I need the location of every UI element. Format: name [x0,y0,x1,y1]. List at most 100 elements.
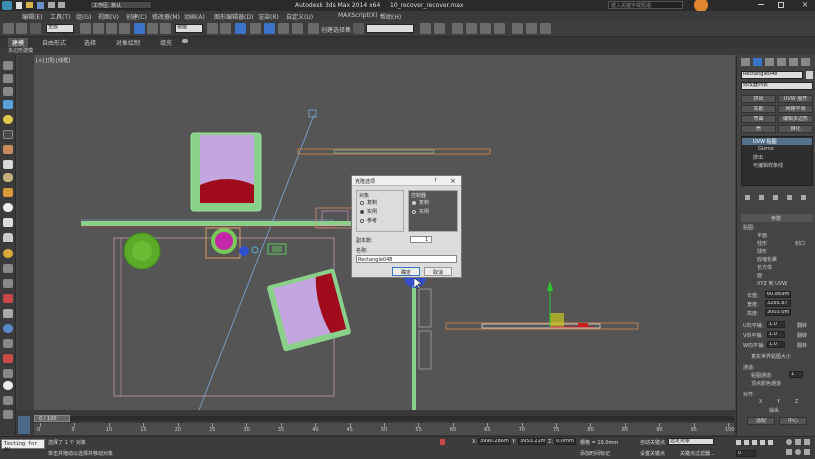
z-coord-field[interactable]: 0.0mm [554,438,576,445]
align-icon[interactable] [434,23,445,34]
menu-item-tools[interactable]: 工具(T) [50,12,70,21]
align-tool-icon[interactable] [3,264,13,273]
stack-item-extrude[interactable]: 挤出 [753,154,763,161]
cone-icon[interactable] [3,233,13,242]
align-z[interactable]: Z [795,399,798,405]
radio-controller-copy[interactable] [412,201,416,205]
ribbon-subtab-poly-modeling[interactable]: 多边形建模 [8,47,33,54]
v-flip-label[interactable]: 翻转 [797,332,807,339]
menu-item-help[interactable]: 帮助(H) [380,12,401,21]
manipulate-label[interactable]: 操纵 [769,407,779,414]
region-select-icon[interactable] [106,23,117,34]
new-file-icon[interactable] [16,2,22,9]
mapping-box[interactable]: 长方体 [757,264,772,271]
render-setup-icon[interactable] [512,23,523,34]
goto-end-icon[interactable] [768,440,773,445]
realworld-checkbox[interactable]: 真实世界贴图大小 [751,353,791,360]
channel-field[interactable]: 1 [789,371,803,378]
cancel-button[interactable]: 取消 [424,267,452,276]
menu-item-views[interactable]: 视图(V) [98,12,119,21]
material-editor-icon[interactable] [494,23,505,34]
arrow-tool-icon[interactable] [3,130,13,139]
box-icon[interactable] [3,160,13,169]
modifier-btn-meshsmooth[interactable]: 网格平滑 [778,105,813,113]
pan-icon[interactable] [786,449,792,455]
menu-item-animation[interactable]: 动画(A) [184,12,205,21]
radio-instance[interactable] [360,210,364,214]
maxscript-listener[interactable]: Testing for AU [1,439,45,453]
ribbon-tab-object-paint[interactable]: 对象绘制 [116,38,140,47]
curve-editor-icon[interactable] [353,23,364,34]
radio-reference[interactable] [360,219,364,223]
key-filters-button[interactable]: 关键点过滤器... [680,450,715,457]
maximize-button[interactable] [778,2,784,8]
show-end-result-icon[interactable] [759,195,764,200]
redo-icon[interactable] [58,2,65,8]
zoom-all-icon[interactable] [795,439,801,445]
close-window-button[interactable]: × [798,0,812,10]
select-object-icon[interactable] [80,23,91,34]
object-color-swatch[interactable] [806,71,813,79]
copies-spinner[interactable]: 1 [410,236,432,243]
render-production-icon[interactable] [540,23,551,34]
modifier-list-dropdown[interactable]: 修改器列表 [741,82,813,90]
modifier-btn-bend[interactable]: 弯曲 [741,115,776,123]
ribbon-tab-freeform[interactable]: 自由形式 [42,38,66,47]
undo-button[interactable] [3,23,14,34]
motion-tab-icon[interactable] [777,58,786,66]
y-coord-field[interactable]: 3953.21m [518,438,546,445]
percent-snap-icon[interactable] [278,23,289,34]
time-slider-thumb[interactable]: 0 / 100 [34,415,70,422]
list-icon[interactable] [3,87,13,96]
light-bulb-icon[interactable] [3,115,13,124]
mapping-planar[interactable]: 平面 [757,232,767,239]
mapping-cap[interactable]: 封口 [795,240,805,247]
edit-named-selection-icon[interactable] [308,23,319,34]
time-slider[interactable]: 0 / 100 [34,415,734,422]
keyboard-shortcut-icon[interactable] [235,23,246,34]
current-frame-field[interactable]: 0 [736,450,756,457]
spinner-snap-icon[interactable] [292,23,303,34]
stack-item-editable-spline[interactable]: 可编辑样条线 [753,162,783,169]
auto-key-label[interactable]: 自动关键点 [640,439,665,446]
configure-sets-icon[interactable] [801,195,806,200]
u-flip-label[interactable]: 翻转 [797,322,807,329]
systems-icon[interactable] [3,339,13,348]
object-name-field[interactable]: Rectangle048 [741,71,803,79]
align-x[interactable]: X [759,399,762,405]
menu-item-modifiers[interactable]: 修改器(M) [152,12,180,21]
lock-icon[interactable] [440,439,445,445]
search-input[interactable]: 键入关键字或短语 [608,1,683,9]
rendered-frame-icon[interactable] [526,23,537,34]
app-logo-icon[interactable] [2,1,12,10]
select-scale-icon[interactable] [160,23,171,34]
zoom-icon[interactable] [786,439,792,445]
orbit-icon[interactable] [795,449,801,455]
menu-item-create[interactable]: 创建(C) [126,12,147,21]
modifier-btn-shell[interactable]: 壳 [741,125,776,133]
angle-snap-icon[interactable] [264,23,275,34]
select-move-icon[interactable] [134,23,145,34]
channel-map-label[interactable]: 贴图通道: [751,372,773,379]
align-y[interactable]: Y [777,399,780,405]
modifier-btn-taper[interactable]: 锥化 [778,125,813,133]
fit-button[interactable]: 适配 [747,417,775,425]
u-tile-field[interactable]: 1.0 [767,321,785,328]
mapping-spherical[interactable]: 球形 [757,248,767,255]
utilities-tab-icon[interactable] [801,58,810,66]
rotate-tool-icon[interactable] [3,100,13,109]
minimize-button[interactable] [758,4,764,5]
shape-icon[interactable] [3,74,13,83]
link-icon[interactable] [30,23,41,34]
mapping-shrinkwrap[interactable]: 收缩包裹 [757,256,777,263]
radio-controller-instance[interactable] [412,210,416,214]
reference-coord-dropdown[interactable]: 视图 [175,24,203,33]
helper-icon[interactable] [3,309,13,318]
schematic-view-icon[interactable] [480,23,491,34]
pivot-center-icon[interactable] [207,23,218,34]
height-field[interactable]: 3003.0m [765,309,791,316]
stack-item-uvw-map[interactable]: UVW 贴图 [742,138,812,145]
vertex-color-label[interactable]: 顶点颜色通道 [751,380,781,387]
layer-manager-icon[interactable] [452,23,463,34]
select-rotate-icon[interactable] [147,23,158,34]
